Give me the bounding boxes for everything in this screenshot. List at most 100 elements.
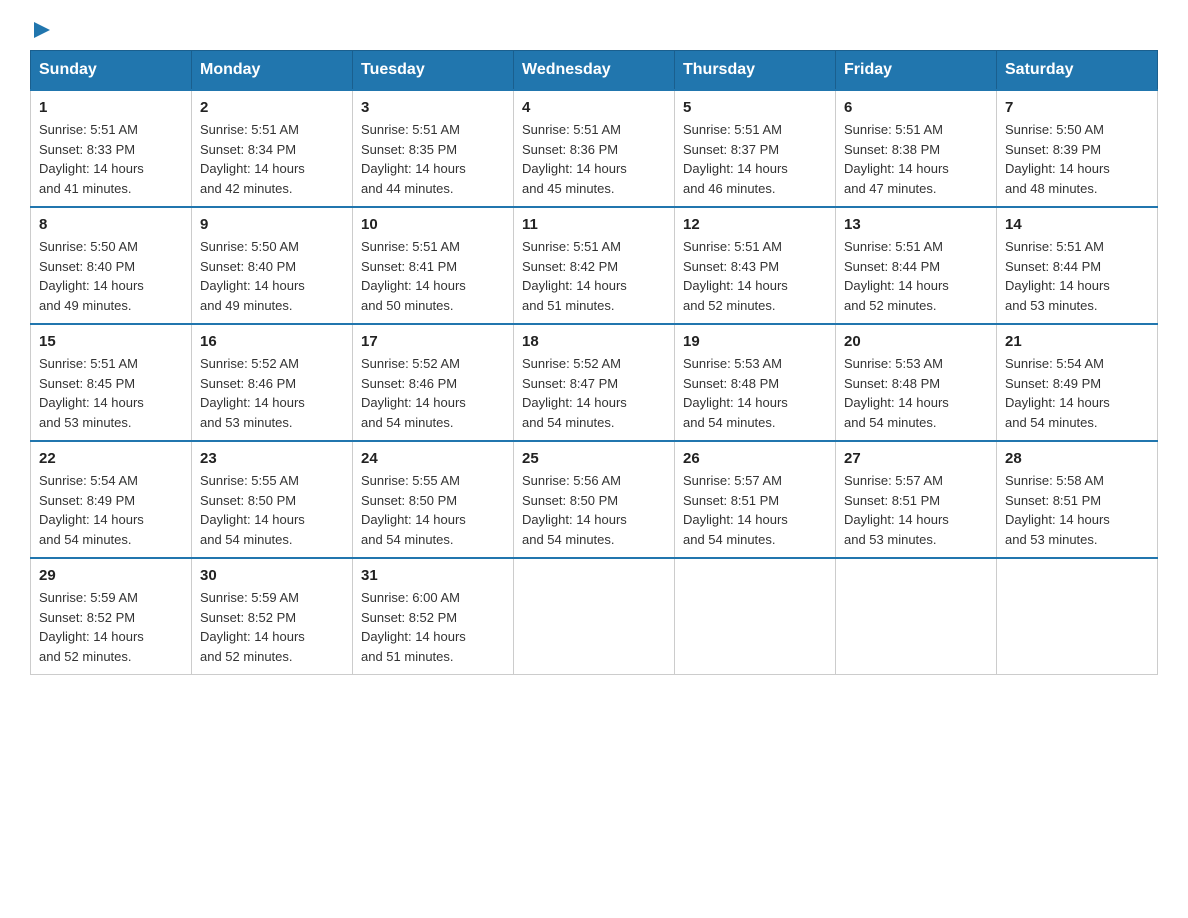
day-number: 18 <box>522 333 666 350</box>
day-number: 15 <box>39 333 183 350</box>
day-info: Sunrise: 5:52 AMSunset: 8:46 PMDaylight:… <box>200 354 344 432</box>
day-info: Sunrise: 5:51 AMSunset: 8:42 PMDaylight:… <box>522 237 666 315</box>
calendar-week-row: 29 Sunrise: 5:59 AMSunset: 8:52 PMDaylig… <box>31 558 1158 675</box>
day-info: Sunrise: 5:50 AMSunset: 8:40 PMDaylight:… <box>200 237 344 315</box>
calendar-cell: 22 Sunrise: 5:54 AMSunset: 8:49 PMDaylig… <box>31 441 192 558</box>
day-number: 10 <box>361 216 505 233</box>
calendar-header-row: SundayMondayTuesdayWednesdayThursdayFrid… <box>31 51 1158 91</box>
day-info: Sunrise: 5:51 AMSunset: 8:37 PMDaylight:… <box>683 120 827 198</box>
day-number: 7 <box>1005 99 1149 116</box>
calendar-cell: 3 Sunrise: 5:51 AMSunset: 8:35 PMDayligh… <box>353 90 514 207</box>
calendar-cell: 13 Sunrise: 5:51 AMSunset: 8:44 PMDaylig… <box>836 207 997 324</box>
calendar-cell: 29 Sunrise: 5:59 AMSunset: 8:52 PMDaylig… <box>31 558 192 675</box>
calendar-header-tuesday: Tuesday <box>353 51 514 91</box>
day-number: 21 <box>1005 333 1149 350</box>
day-number: 13 <box>844 216 988 233</box>
calendar-cell: 30 Sunrise: 5:59 AMSunset: 8:52 PMDaylig… <box>192 558 353 675</box>
calendar-header-thursday: Thursday <box>675 51 836 91</box>
day-number: 23 <box>200 450 344 467</box>
calendar-cell: 5 Sunrise: 5:51 AMSunset: 8:37 PMDayligh… <box>675 90 836 207</box>
calendar-cell: 4 Sunrise: 5:51 AMSunset: 8:36 PMDayligh… <box>514 90 675 207</box>
day-info: Sunrise: 5:51 AMSunset: 8:45 PMDaylight:… <box>39 354 183 432</box>
calendar-cell: 11 Sunrise: 5:51 AMSunset: 8:42 PMDaylig… <box>514 207 675 324</box>
day-info: Sunrise: 5:51 AMSunset: 8:44 PMDaylight:… <box>844 237 988 315</box>
calendar-header-wednesday: Wednesday <box>514 51 675 91</box>
day-number: 26 <box>683 450 827 467</box>
calendar-cell <box>836 558 997 675</box>
day-number: 25 <box>522 450 666 467</box>
calendar-table: SundayMondayTuesdayWednesdayThursdayFrid… <box>30 50 1158 675</box>
day-info: Sunrise: 5:55 AMSunset: 8:50 PMDaylight:… <box>200 471 344 549</box>
calendar-cell: 9 Sunrise: 5:50 AMSunset: 8:40 PMDayligh… <box>192 207 353 324</box>
calendar-cell: 26 Sunrise: 5:57 AMSunset: 8:51 PMDaylig… <box>675 441 836 558</box>
calendar-cell <box>997 558 1158 675</box>
calendar-week-row: 15 Sunrise: 5:51 AMSunset: 8:45 PMDaylig… <box>31 324 1158 441</box>
calendar-cell: 25 Sunrise: 5:56 AMSunset: 8:50 PMDaylig… <box>514 441 675 558</box>
day-info: Sunrise: 5:51 AMSunset: 8:36 PMDaylight:… <box>522 120 666 198</box>
calendar-week-row: 8 Sunrise: 5:50 AMSunset: 8:40 PMDayligh… <box>31 207 1158 324</box>
day-info: Sunrise: 5:51 AMSunset: 8:41 PMDaylight:… <box>361 237 505 315</box>
day-number: 22 <box>39 450 183 467</box>
day-number: 30 <box>200 567 344 584</box>
calendar-week-row: 1 Sunrise: 5:51 AMSunset: 8:33 PMDayligh… <box>31 90 1158 207</box>
day-number: 29 <box>39 567 183 584</box>
day-info: Sunrise: 5:51 AMSunset: 8:35 PMDaylight:… <box>361 120 505 198</box>
day-info: Sunrise: 5:57 AMSunset: 8:51 PMDaylight:… <box>844 471 988 549</box>
calendar-cell: 16 Sunrise: 5:52 AMSunset: 8:46 PMDaylig… <box>192 324 353 441</box>
day-number: 4 <box>522 99 666 116</box>
day-number: 9 <box>200 216 344 233</box>
day-info: Sunrise: 5:55 AMSunset: 8:50 PMDaylight:… <box>361 471 505 549</box>
day-number: 2 <box>200 99 344 116</box>
day-number: 31 <box>361 567 505 584</box>
calendar-cell: 8 Sunrise: 5:50 AMSunset: 8:40 PMDayligh… <box>31 207 192 324</box>
day-info: Sunrise: 5:53 AMSunset: 8:48 PMDaylight:… <box>844 354 988 432</box>
calendar-cell: 1 Sunrise: 5:51 AMSunset: 8:33 PMDayligh… <box>31 90 192 207</box>
calendar-cell <box>514 558 675 675</box>
day-info: Sunrise: 5:51 AMSunset: 8:38 PMDaylight:… <box>844 120 988 198</box>
calendar-cell: 28 Sunrise: 5:58 AMSunset: 8:51 PMDaylig… <box>997 441 1158 558</box>
day-info: Sunrise: 5:59 AMSunset: 8:52 PMDaylight:… <box>39 588 183 666</box>
day-info: Sunrise: 5:50 AMSunset: 8:40 PMDaylight:… <box>39 237 183 315</box>
day-info: Sunrise: 5:53 AMSunset: 8:48 PMDaylight:… <box>683 354 827 432</box>
calendar-header-sunday: Sunday <box>31 51 192 91</box>
day-number: 11 <box>522 216 666 233</box>
day-number: 1 <box>39 99 183 116</box>
day-number: 6 <box>844 99 988 116</box>
day-info: Sunrise: 5:54 AMSunset: 8:49 PMDaylight:… <box>1005 354 1149 432</box>
day-number: 12 <box>683 216 827 233</box>
calendar-cell: 24 Sunrise: 5:55 AMSunset: 8:50 PMDaylig… <box>353 441 514 558</box>
calendar-cell: 6 Sunrise: 5:51 AMSunset: 8:38 PMDayligh… <box>836 90 997 207</box>
day-number: 17 <box>361 333 505 350</box>
day-info: Sunrise: 5:57 AMSunset: 8:51 PMDaylight:… <box>683 471 827 549</box>
day-info: Sunrise: 5:51 AMSunset: 8:33 PMDaylight:… <box>39 120 183 198</box>
day-number: 8 <box>39 216 183 233</box>
day-number: 28 <box>1005 450 1149 467</box>
calendar-cell: 21 Sunrise: 5:54 AMSunset: 8:49 PMDaylig… <box>997 324 1158 441</box>
day-info: Sunrise: 5:52 AMSunset: 8:46 PMDaylight:… <box>361 354 505 432</box>
calendar-cell <box>675 558 836 675</box>
calendar-cell: 14 Sunrise: 5:51 AMSunset: 8:44 PMDaylig… <box>997 207 1158 324</box>
calendar-cell: 15 Sunrise: 5:51 AMSunset: 8:45 PMDaylig… <box>31 324 192 441</box>
calendar-header-saturday: Saturday <box>997 51 1158 91</box>
day-info: Sunrise: 5:51 AMSunset: 8:43 PMDaylight:… <box>683 237 827 315</box>
calendar-cell: 19 Sunrise: 5:53 AMSunset: 8:48 PMDaylig… <box>675 324 836 441</box>
day-info: Sunrise: 5:52 AMSunset: 8:47 PMDaylight:… <box>522 354 666 432</box>
day-number: 27 <box>844 450 988 467</box>
calendar-cell: 10 Sunrise: 5:51 AMSunset: 8:41 PMDaylig… <box>353 207 514 324</box>
calendar-header-monday: Monday <box>192 51 353 91</box>
calendar-cell: 7 Sunrise: 5:50 AMSunset: 8:39 PMDayligh… <box>997 90 1158 207</box>
day-info: Sunrise: 5:54 AMSunset: 8:49 PMDaylight:… <box>39 471 183 549</box>
calendar-cell: 20 Sunrise: 5:53 AMSunset: 8:48 PMDaylig… <box>836 324 997 441</box>
day-info: Sunrise: 5:51 AMSunset: 8:44 PMDaylight:… <box>1005 237 1149 315</box>
calendar-cell: 23 Sunrise: 5:55 AMSunset: 8:50 PMDaylig… <box>192 441 353 558</box>
day-info: Sunrise: 5:51 AMSunset: 8:34 PMDaylight:… <box>200 120 344 198</box>
calendar-cell: 2 Sunrise: 5:51 AMSunset: 8:34 PMDayligh… <box>192 90 353 207</box>
day-number: 24 <box>361 450 505 467</box>
day-number: 5 <box>683 99 827 116</box>
day-number: 3 <box>361 99 505 116</box>
day-number: 16 <box>200 333 344 350</box>
day-info: Sunrise: 5:58 AMSunset: 8:51 PMDaylight:… <box>1005 471 1149 549</box>
day-info: Sunrise: 5:59 AMSunset: 8:52 PMDaylight:… <box>200 588 344 666</box>
day-number: 14 <box>1005 216 1149 233</box>
calendar-cell: 27 Sunrise: 5:57 AMSunset: 8:51 PMDaylig… <box>836 441 997 558</box>
